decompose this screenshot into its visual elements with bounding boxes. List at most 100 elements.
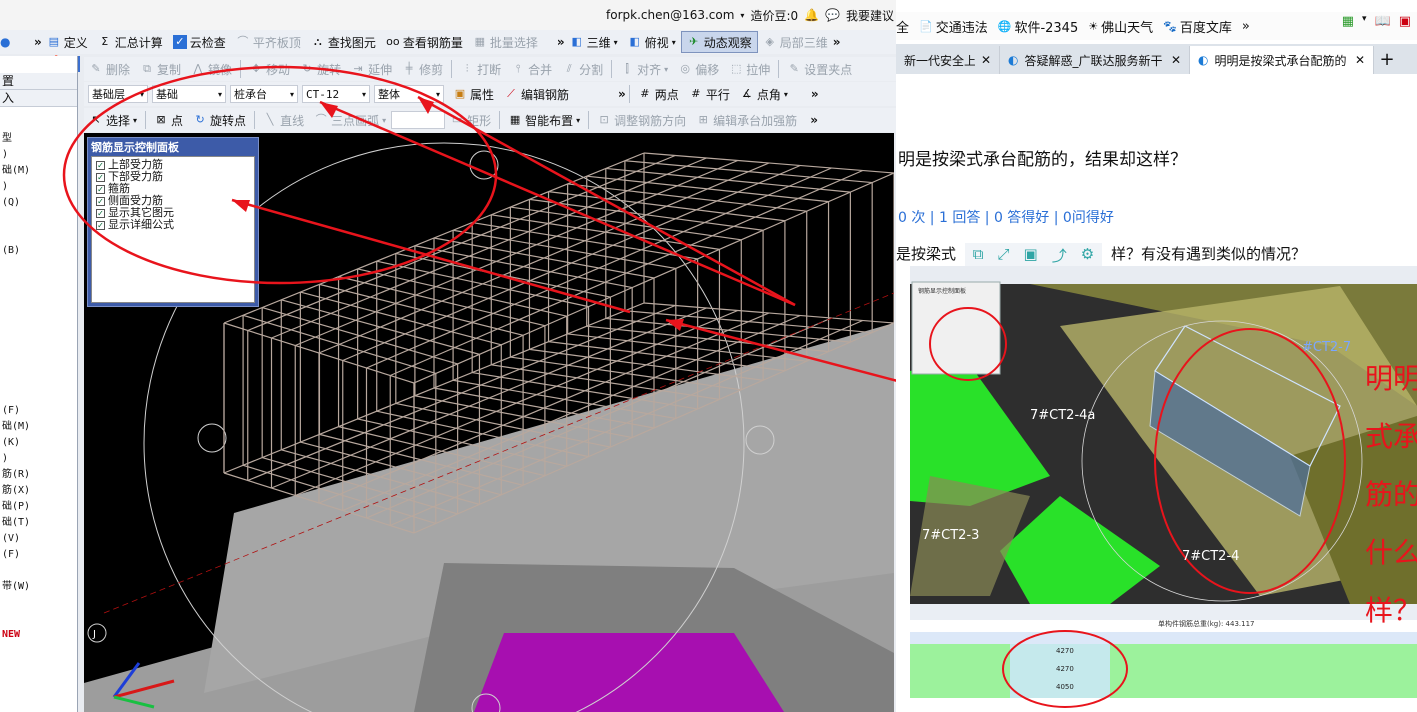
angle-point-button[interactable]: ∡ 点角 ▾ (735, 83, 793, 105)
offset-button[interactable]: ◎ 偏移 (673, 58, 724, 80)
rect-button[interactable]: ▭ 矩形 (445, 109, 496, 131)
tree-item[interactable]: 础(P) (0, 499, 77, 515)
three-d-button[interactable]: ◧ 三维 ▾ (565, 31, 623, 53)
tree-item[interactable] (0, 355, 77, 371)
category-select[interactable]: 基础 ▾ (152, 85, 226, 103)
top-view-button[interactable]: ◧ 俯视 ▾ (623, 31, 681, 53)
tree-item[interactable] (0, 307, 77, 323)
tree-item[interactable] (0, 323, 77, 339)
tree-item[interactable]: ) (0, 147, 77, 163)
settings-icon[interactable]: ⚙ (1081, 245, 1094, 266)
sum-button[interactable]: Σ 汇总计算 (93, 31, 168, 53)
tree-item[interactable] (0, 387, 77, 403)
tree-item[interactable]: (K) (0, 435, 77, 451)
bookmark-item[interactable]: 🐾 百度文库 (1163, 17, 1232, 36)
tree-item[interactable]: ) (0, 451, 77, 467)
local-3d-button[interactable]: ◈ 局部三维 (758, 31, 833, 53)
reader-icon[interactable]: 📖 (1375, 14, 1391, 29)
layer-select[interactable]: 基础层 ▾ (88, 85, 148, 103)
tree-item[interactable]: (B) (0, 243, 77, 259)
find-element-button[interactable]: ⛬ 查找图元 (306, 31, 381, 53)
close-icon[interactable]: ✕ (981, 53, 991, 67)
trim-button[interactable]: ╪ 修剪 (397, 58, 448, 80)
edit-rebar-button[interactable]: ⟋ 编辑钢筋 (499, 83, 574, 105)
chevron-down-icon[interactable]: ▾ (1362, 14, 1367, 29)
set-point-button[interactable]: ✎ 设置夹点 (782, 58, 857, 80)
tree-item[interactable]: (F) (0, 547, 77, 563)
tree-item[interactable]: 带(W) (0, 579, 77, 595)
browser-tab[interactable]: ◐ 明明是按梁式承台配筋的 ✕ (1190, 46, 1374, 74)
tree-item[interactable] (0, 371, 77, 387)
rotate-button[interactable]: ↻ 旋转 (295, 58, 346, 80)
tree-item[interactable] (0, 275, 77, 291)
stretch-button[interactable]: ⬚ 拉伸 (724, 58, 775, 80)
overflow-icon[interactable]: » (833, 35, 841, 49)
pdf-icon[interactable]: ▣ (1399, 14, 1411, 29)
bookmark-item[interactable]: ☀ 佛山天气 (1088, 17, 1153, 36)
break-button[interactable]: ⫶ 打断 (455, 58, 506, 80)
checkbox-icon[interactable]: ✓ (96, 172, 105, 182)
tree-item[interactable] (0, 339, 77, 355)
move-button[interactable]: ✥ 移动 (244, 58, 295, 80)
suggest-link[interactable]: 我要建议 (846, 7, 894, 24)
line-button[interactable]: ╲ 直线 (258, 109, 309, 131)
tree-item[interactable]: 础(M) (0, 419, 77, 435)
rotate-point-button[interactable]: ↻ 旋转点 (188, 109, 251, 131)
component-type-select[interactable]: 桩承台 ▾ (230, 85, 298, 103)
arc-button[interactable]: ⌒ 三点画弧 ▾ (309, 109, 391, 131)
view-rebar-button[interactable]: ᴏᴏ 查看钢筋量 (381, 31, 468, 53)
close-icon[interactable]: ✕ (1355, 53, 1365, 67)
extend-button[interactable]: ⇥ 延伸 (346, 58, 397, 80)
tree-item[interactable] (0, 595, 77, 611)
tree-item[interactable]: 筋(X) (0, 483, 77, 499)
tree-item[interactable] (0, 611, 77, 627)
tree-item[interactable] (0, 291, 77, 307)
parallel-button[interactable]: # 平行 (684, 83, 735, 105)
checkbox-icon[interactable]: ✓ (96, 208, 105, 218)
tree-item[interactable] (0, 227, 77, 243)
copy-icon[interactable]: ⧉ (973, 245, 984, 266)
tree-item[interactable]: 型 (0, 131, 77, 147)
copy-button[interactable]: ⧉ 复制 (135, 58, 186, 80)
define-button[interactable]: ▤ 定义 (42, 31, 93, 53)
bell-icon[interactable]: 🔔 (804, 8, 819, 22)
dynamic-view-button[interactable]: ✈ 动态观察 (680, 31, 758, 53)
chevron-down-icon[interactable]: ● (0, 35, 14, 49)
angle-input[interactable] (391, 111, 446, 129)
part-select[interactable]: 整体 ▾ (374, 85, 444, 103)
bookmark-item[interactable]: 全 (896, 17, 909, 36)
smart-layout-button[interactable]: ▦ 智能布置 ▾ (503, 109, 585, 131)
close-icon[interactable]: ✕ (1171, 53, 1181, 67)
checkbox-icon[interactable]: ✓ (96, 196, 105, 206)
edit-cap-button[interactable]: ⊞ 编辑承台加强筋 (691, 109, 802, 131)
bookmark-item[interactable]: 📄 交通违法 (919, 17, 988, 36)
point-button[interactable]: ⊠ 点 (149, 109, 188, 131)
split-button[interactable]: ⫽ 分割 (557, 58, 608, 80)
viewport-3d[interactable]: J 钢筋显示控制面板 ✓ 上部受力筋 ✓ 下部受力筋 ✓ 箍筋 ✓ 侧面受力筋 ✓ 显示其它图元 ✓… (84, 133, 894, 712)
property-button[interactable]: ▣ 属性 (448, 83, 499, 105)
share-icon[interactable]: ⤴ (1052, 245, 1067, 266)
new-tab-button[interactable]: + (1374, 46, 1400, 74)
select-button[interactable]: ↖ 选择 ▾ (84, 109, 142, 131)
delete-button[interactable]: ✎ 删除 (84, 58, 135, 80)
flat-top-button[interactable]: ⌒ 平齐板顶 (231, 31, 306, 53)
merge-button[interactable]: ⫯ 合并 (506, 58, 557, 80)
mirror-button[interactable]: ⋀ 镜像 (186, 58, 237, 80)
tree-item[interactable]: 础(T) (0, 515, 77, 531)
tree-item[interactable]: ) (0, 179, 77, 195)
overflow-icon[interactable]: » (1242, 19, 1250, 34)
tree-item[interactable]: (F) (0, 403, 77, 419)
tree-item[interactable]: (Q) (0, 195, 77, 211)
align-button[interactable]: ⫿ 对齐 ▾ (615, 58, 673, 80)
overflow-icon[interactable]: » (34, 35, 42, 49)
tree-item[interactable]: 础(M) (0, 163, 77, 179)
overflow-icon[interactable]: » (811, 87, 819, 101)
tree-item[interactable]: 筋(R) (0, 467, 77, 483)
two-points-button[interactable]: # 两点 (633, 83, 684, 105)
checkbox-icon[interactable]: ✓ (96, 184, 105, 194)
display-option[interactable]: ✓ 显示详细公式 (92, 219, 254, 231)
tree-item[interactable] (0, 211, 77, 227)
apps-icon[interactable]: ▦ (1342, 14, 1354, 29)
overflow-icon[interactable]: » (810, 113, 818, 127)
batch-select-button[interactable]: ▦ 批量选择 (468, 31, 543, 53)
